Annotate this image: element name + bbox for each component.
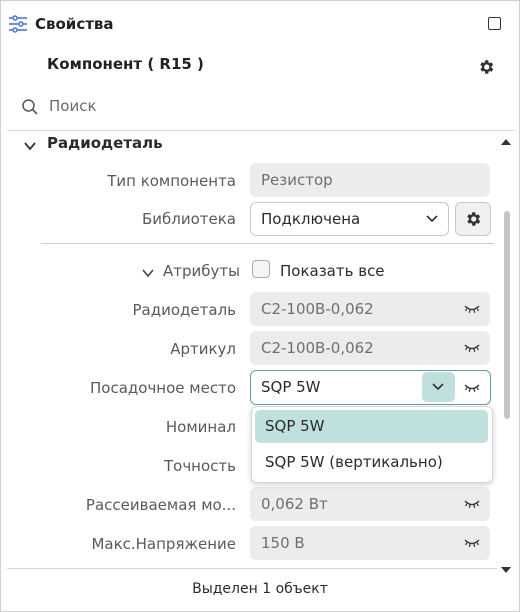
footprint-dropdown-button[interactable] <box>422 372 455 402</box>
separator <box>7 568 497 569</box>
library-value: Подключена <box>261 210 361 228</box>
panel-header: Свойства <box>1 1 519 47</box>
footprint-option[interactable]: SQP 5W <box>255 410 488 443</box>
separator <box>7 130 515 131</box>
sliders-icon <box>9 15 27 33</box>
footprint-option-label: SQP 5W (вертикально) <box>265 453 443 471</box>
max-voltage-field: 150 В <box>250 526 490 560</box>
eye-closed-icon[interactable] <box>464 499 480 509</box>
scroll-down-arrow[interactable] <box>501 567 511 573</box>
article-value: С2-100В-0,062 <box>261 339 374 357</box>
component-type-value: Резистор <box>261 171 333 189</box>
properties-panel: Свойства Компонент ( R15 ) Радиодеталь Т… <box>0 0 520 612</box>
eye-closed-icon[interactable] <box>464 343 480 353</box>
power-field: 0,062 Вт <box>250 487 490 521</box>
gear-icon[interactable] <box>477 58 495 76</box>
show-all-label[interactable]: Показать все <box>280 262 385 280</box>
article-label: Артикул <box>170 340 236 358</box>
chevron-down-icon <box>142 269 154 278</box>
power-label: Рассеиваемая мо... <box>85 496 236 514</box>
gear-icon <box>467 212 481 226</box>
chevron-down-icon <box>24 142 36 151</box>
footprint-option[interactable]: SQP 5W (вертикально) <box>255 446 488 479</box>
footprint-combobox[interactable]: SQP 5W <box>250 370 491 405</box>
chevron-down-icon <box>432 383 444 391</box>
max-voltage-value: 150 В <box>261 534 305 552</box>
status-text: Выделен 1 объект <box>192 581 328 597</box>
component-type-field: Резистор <box>250 163 490 197</box>
radiodetail-field: С2-100В-0,062 <box>250 292 490 326</box>
component-title: Компонент ( R15 ) <box>47 55 204 73</box>
search-box <box>21 96 221 120</box>
accuracy-label: Точность <box>163 457 236 475</box>
section-title: Радиодеталь <box>47 134 163 152</box>
panel-title: Свойства <box>35 15 114 33</box>
max-voltage-label: Макс.Напряжение <box>91 535 236 553</box>
eye-closed-icon[interactable] <box>464 538 480 548</box>
footprint-option-label: SQP 5W <box>265 417 325 435</box>
scroll-up-arrow[interactable] <box>501 139 511 145</box>
radiodetail-value: С2-100В-0,062 <box>261 300 374 318</box>
eye-closed-icon[interactable] <box>464 383 480 393</box>
nominal-label: Номинал <box>165 418 236 436</box>
library-settings-button[interactable] <box>455 202 491 236</box>
library-dropdown[interactable]: Подключена <box>250 202 449 236</box>
footprint-value: SQP 5W <box>261 378 321 396</box>
search-input[interactable] <box>47 96 211 116</box>
search-icon <box>22 99 38 115</box>
divider <box>41 243 494 244</box>
power-value: 0,062 Вт <box>261 495 328 513</box>
footprint-options-popup: SQP 5W SQP 5W (вертикально) <box>251 406 493 483</box>
show-all-checkbox[interactable] <box>252 260 270 278</box>
maximize-icon[interactable] <box>488 17 501 30</box>
component-type-label: Тип компонента <box>107 172 236 190</box>
attributes-label: Атрибуты <box>163 262 240 280</box>
article-field: С2-100В-0,062 <box>250 331 490 365</box>
radiodetail-label: Радиодеталь <box>132 301 237 319</box>
scrollbar-thumb[interactable] <box>504 211 510 419</box>
eye-closed-icon[interactable] <box>464 304 480 314</box>
footprint-label: Посадочное место <box>90 379 236 397</box>
library-label: Библиотека <box>141 210 236 228</box>
chevron-down-icon <box>426 215 438 223</box>
